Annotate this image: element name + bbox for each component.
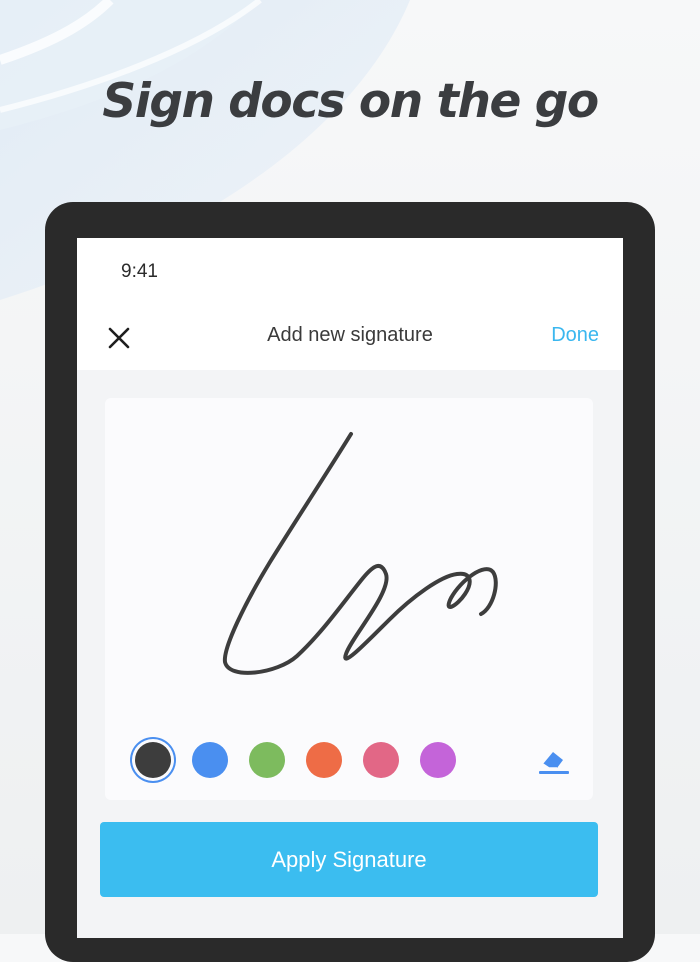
- headline: Sign docs on the go: [102, 74, 599, 129]
- close-icon: [108, 327, 130, 349]
- signature-stroke: [222, 432, 498, 675]
- done-button[interactable]: Done: [551, 324, 599, 347]
- close-button[interactable]: [103, 322, 135, 354]
- swatch-green[interactable]: [249, 742, 285, 778]
- nav-bar: Add new signature Done: [77, 302, 623, 370]
- device-screen: 9:41 Add new signature Done Apply Signat…: [77, 238, 623, 938]
- status-time: 9:41: [121, 261, 158, 282]
- signature-pad[interactable]: [105, 398, 593, 800]
- color-swatches: [105, 730, 593, 790]
- eraser-button[interactable]: [535, 742, 571, 778]
- apply-signature-button[interactable]: Apply Signature: [100, 822, 598, 897]
- page-title: Add new signature: [267, 324, 433, 346]
- swatch-orange[interactable]: [306, 742, 342, 778]
- swatch-black[interactable]: [135, 742, 171, 778]
- eraser-icon: [539, 752, 569, 774]
- swatch-blue[interactable]: [192, 742, 228, 778]
- swatch-purple[interactable]: [420, 742, 456, 778]
- swatch-pink[interactable]: [363, 742, 399, 778]
- status-bar: 9:41: [77, 238, 623, 302]
